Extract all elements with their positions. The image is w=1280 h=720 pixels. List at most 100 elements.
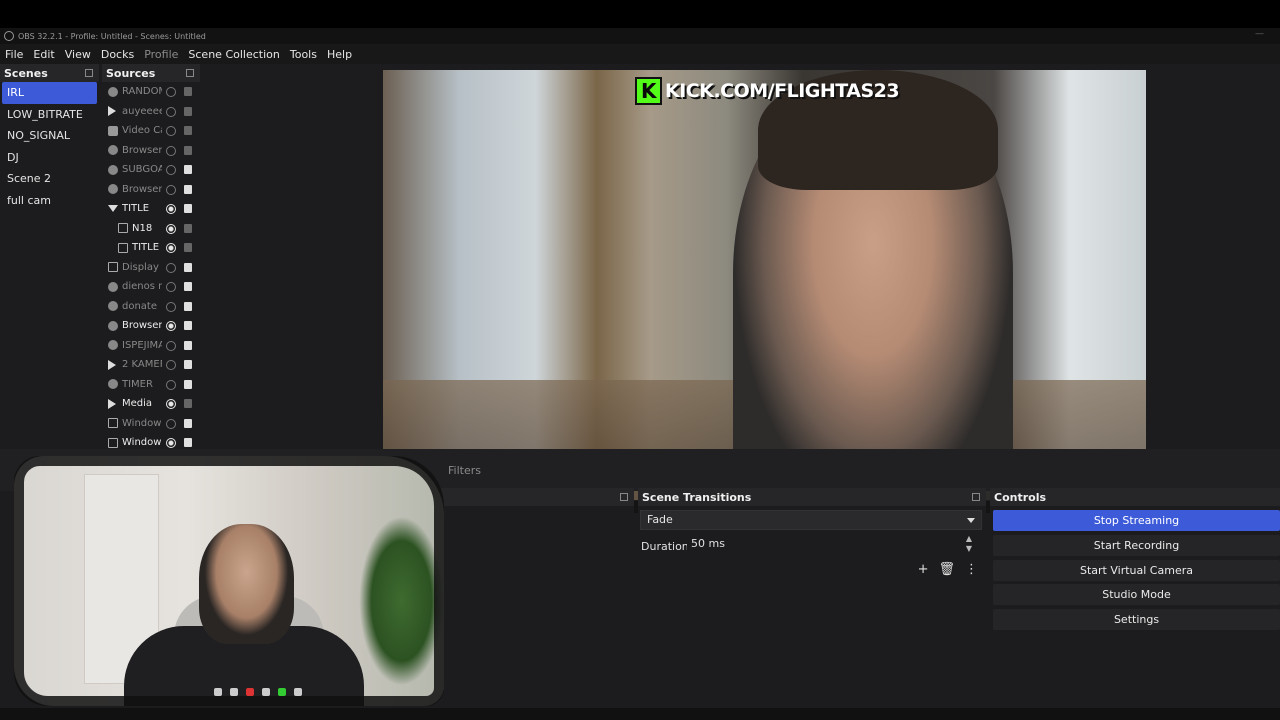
browser-icon <box>108 164 118 175</box>
program-preview[interactable]: K KICK.COM/FLIGHTAS23 N18 <box>383 70 1146 500</box>
stop-streaming-button[interactable]: Stop Streaming <box>993 510 1280 531</box>
kick-overlay: K KICK.COM/FLIGHTAS23 <box>635 77 900 105</box>
eye-icon[interactable] <box>166 204 176 214</box>
eye-hidden-icon[interactable] <box>166 301 176 312</box>
eye-hidden-icon[interactable] <box>166 184 176 195</box>
undock-icon[interactable] <box>186 69 194 77</box>
source-label: Browser <box>122 320 162 332</box>
trash-icon[interactable]: 🗑 <box>938 562 955 577</box>
more-icon[interactable]: ⋮ <box>965 562 978 577</box>
lock-icon[interactable] <box>184 165 192 174</box>
source-item[interactable]: N18 <box>102 219 200 239</box>
menu-file[interactable]: File <box>5 48 23 61</box>
eye-hidden-icon[interactable] <box>166 262 176 273</box>
chevron-down-icon <box>967 518 975 523</box>
source-item[interactable]: Browser <box>102 141 200 161</box>
menu-profile[interactable]: Profile <box>144 48 178 61</box>
source-item[interactable]: 2 KAMEF <box>102 355 200 375</box>
lock-icon[interactable] <box>184 418 192 428</box>
spin-arrows-icon[interactable]: ▲ ▼ <box>966 534 972 554</box>
settings-button[interactable]: Settings <box>993 609 1280 630</box>
undock-icon[interactable] <box>85 69 93 77</box>
menu-help[interactable]: Help <box>327 48 352 61</box>
group-expand-icon[interactable] <box>108 205 118 213</box>
menu-scene-collection[interactable]: Scene Collection <box>188 48 279 61</box>
source-item[interactable]: RANDOM <box>102 82 200 102</box>
scene-item[interactable]: IRL <box>2 82 97 104</box>
eye-icon[interactable] <box>166 321 176 331</box>
menu-view[interactable]: View <box>65 48 91 61</box>
lock-icon[interactable] <box>184 438 192 447</box>
source-item[interactable]: dienos n <box>102 277 200 297</box>
unlock-icon[interactable] <box>184 106 192 116</box>
source-item[interactable]: donate <box>102 297 200 317</box>
source-item[interactable]: Media <box>102 394 200 414</box>
source-item[interactable]: TITLE <box>102 238 200 258</box>
unlock-icon[interactable] <box>184 223 192 233</box>
scene-item[interactable]: DJ <box>0 147 99 169</box>
source-item[interactable]: Browser <box>102 180 200 200</box>
scene-item[interactable]: NO_SIGNAL <box>0 125 99 147</box>
undock-icon[interactable] <box>972 493 980 501</box>
scene-item[interactable]: Scene 2 <box>0 168 99 190</box>
lock-icon[interactable] <box>184 282 192 291</box>
source-item[interactable]: Browser <box>102 316 200 336</box>
eye-hidden-icon[interactable] <box>166 282 176 292</box>
source-item[interactable]: Display C <box>102 258 200 278</box>
eye-hidden-icon[interactable] <box>166 145 176 156</box>
app-icon <box>230 688 238 696</box>
lock-icon[interactable] <box>184 321 192 330</box>
eye-hidden-icon[interactable] <box>166 340 176 351</box>
lock-icon[interactable] <box>184 204 192 213</box>
scene-transitions-title: Scene Transitions <box>642 490 752 504</box>
source-item[interactable]: TITLE <box>102 199 200 219</box>
eye-hidden-icon[interactable] <box>166 87 176 97</box>
duration-input[interactable]: 50 ms ▲ ▼ <box>687 534 982 554</box>
minimize-icon[interactable]: — <box>1255 29 1264 39</box>
lock-icon[interactable] <box>184 262 192 272</box>
unlock-icon[interactable] <box>184 145 192 155</box>
eye-icon[interactable] <box>166 223 176 234</box>
source-item[interactable]: Video Ca <box>102 121 200 141</box>
menu-edit[interactable]: Edit <box>33 48 54 61</box>
eye-hidden-icon[interactable] <box>166 165 176 175</box>
obs-logo-icon <box>4 31 14 41</box>
eye-icon[interactable] <box>166 438 176 448</box>
lock-icon[interactable] <box>184 301 192 311</box>
source-item[interactable]: TIMER <box>102 375 200 395</box>
undock-icon[interactable] <box>620 493 628 501</box>
menu-tools[interactable]: Tools <box>290 48 317 61</box>
add-icon[interactable]: + <box>918 562 929 577</box>
source-item[interactable]: SUBGOA <box>102 160 200 180</box>
lock-icon[interactable] <box>184 379 192 389</box>
eye-icon[interactable] <box>166 243 176 253</box>
window-titlebar: OBS 32.2.1 - Profile: Untitled - Scenes:… <box>0 28 1280 44</box>
eye-hidden-icon[interactable] <box>166 106 176 117</box>
scene-list: IRL LOW_BITRATE NO_SIGNAL DJ Scene 2 full cam <box>0 82 99 211</box>
start-virtual-camera-button[interactable]: Start Virtual Camera <box>993 560 1280 581</box>
unlock-icon[interactable] <box>184 243 192 252</box>
eye-icon[interactable] <box>166 399 176 409</box>
eye-hidden-icon[interactable] <box>166 418 176 429</box>
source-item[interactable]: auyeeee <box>102 102 200 122</box>
source-item[interactable]: Window <box>102 414 200 434</box>
scene-item[interactable]: full cam <box>0 190 99 212</box>
unlock-icon[interactable] <box>184 399 192 408</box>
menu-docks[interactable]: Docks <box>101 48 134 61</box>
transition-select[interactable]: Fade <box>640 510 982 530</box>
kick-logo-icon: K <box>635 77 662 105</box>
lock-icon[interactable] <box>184 360 192 369</box>
eye-hidden-icon[interactable] <box>166 126 176 136</box>
unlock-icon[interactable] <box>184 87 192 96</box>
start-recording-button[interactable]: Start Recording <box>993 535 1280 556</box>
eye-hidden-icon[interactable] <box>166 379 176 390</box>
lock-icon[interactable] <box>184 184 192 194</box>
controls-title: Controls <box>994 490 1047 504</box>
unlock-icon[interactable] <box>184 126 192 135</box>
browser-icon <box>108 184 118 195</box>
eye-hidden-icon[interactable] <box>166 360 176 370</box>
source-item[interactable]: ISPEJIMA <box>102 336 200 356</box>
scene-item[interactable]: LOW_BITRATE <box>0 104 99 126</box>
studio-mode-button[interactable]: Studio Mode <box>993 584 1280 605</box>
lock-icon[interactable] <box>184 340 192 350</box>
